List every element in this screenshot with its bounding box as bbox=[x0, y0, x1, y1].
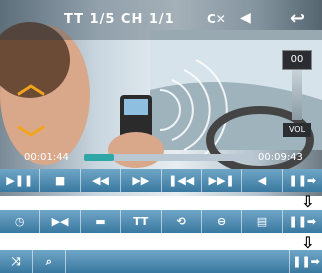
shuffle-button[interactable]: ⤨ bbox=[0, 250, 33, 273]
more-button-3[interactable]: ❚❚➡ bbox=[290, 250, 322, 273]
subtitle-off-icon[interactable]: C✕ bbox=[207, 12, 226, 26]
stop-button[interactable]: ■ bbox=[40, 169, 81, 192]
previous-button[interactable]: ❚◀◀ bbox=[162, 169, 202, 192]
option-controls: ◷ ▶◀ ▬ TT ⟲ ⊖ ▤ ❚❚➡ bbox=[0, 210, 322, 233]
repeat-button[interactable]: ⟲ bbox=[162, 210, 202, 233]
rewind-button[interactable]: ◀◀ bbox=[81, 169, 122, 192]
total-time: 00:09:43 bbox=[258, 152, 303, 163]
clock-button[interactable]: ◷ bbox=[0, 210, 41, 233]
bookmark-button[interactable]: ▶◀ bbox=[40, 210, 81, 233]
volume-value: 00 bbox=[282, 50, 312, 70]
next-button[interactable]: ▶▶❚ bbox=[202, 169, 243, 192]
more-button-2[interactable]: ❚❚➡ bbox=[283, 210, 322, 233]
chevron-up-icon[interactable]: ︿ bbox=[17, 62, 45, 102]
elapsed-time: 00:01:44 bbox=[24, 152, 69, 163]
speaker-icon[interactable]: ◀ bbox=[240, 10, 251, 26]
play-pause-button[interactable]: ▶❚❚ bbox=[0, 169, 41, 192]
volume-slider[interactable] bbox=[292, 70, 302, 120]
back-icon[interactable]: ↩ bbox=[290, 8, 305, 29]
mute-button[interactable]: ◀ bbox=[242, 169, 283, 192]
display-button[interactable]: ▤ bbox=[242, 210, 283, 233]
empty-slot bbox=[66, 250, 291, 273]
extra-controls: ⤨ ⌕ ❚❚➡ bbox=[0, 250, 322, 273]
arrow-down-icon: ⇩ bbox=[301, 192, 315, 211]
volume-label: VOL bbox=[283, 123, 311, 137]
progress-fill bbox=[84, 154, 115, 161]
fast-forward-button[interactable]: ▶▶ bbox=[121, 169, 162, 192]
more-button[interactable]: ❚❚➡ bbox=[283, 169, 322, 192]
title-button[interactable]: TT bbox=[121, 210, 162, 233]
playback-controls: ▶❚❚ ■ ◀◀ ▶▶ ❚◀◀ ▶▶❚ ◀ ❚❚➡ bbox=[0, 169, 322, 192]
folder-button[interactable]: ▬ bbox=[81, 210, 122, 233]
title-chapter-info: TT 1/5 CH 1/1 bbox=[64, 12, 175, 27]
audio-button[interactable]: ⊖ bbox=[202, 210, 243, 233]
search-button[interactable]: ⌕ bbox=[33, 250, 66, 273]
